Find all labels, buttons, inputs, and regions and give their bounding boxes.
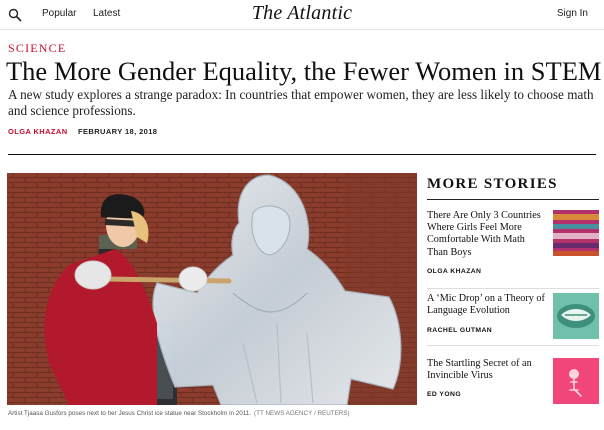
caption-text: Artist Tjaasa Gusfors poses next to her … <box>8 410 252 417</box>
site-logo-container: The Atlantic <box>0 2 604 25</box>
author-link[interactable]: Olga Khazan <box>8 127 68 136</box>
article-dek: A new study explores a strange paradox: … <box>8 87 594 118</box>
sign-in-link[interactable]: Sign In <box>557 8 588 19</box>
story-card-2[interactable]: A ‘Mic Drop’ on a Theory of Language Evo… <box>427 293 599 346</box>
story-divider <box>427 345 599 346</box>
story-author[interactable]: Ed Yong <box>427 391 461 398</box>
story-card-1[interactable]: There Are Only 3 Countries Where Girls F… <box>427 210 599 289</box>
article-headline: The More Gender Equality, the Fewer Wome… <box>6 56 602 86</box>
site-logo[interactable]: The Atlantic <box>252 2 352 24</box>
caption-credit: (TT NEWS AGENCY / REUTERS) <box>254 410 350 417</box>
story-title[interactable]: The Startling Secret of an Invincible Vi… <box>427 358 547 382</box>
story-card-3[interactable]: The Startling Secret of an Invincible Vi… <box>427 358 599 404</box>
top-navigation: Popular Latest The Atlantic Sign In <box>0 0 604 30</box>
story-title[interactable]: There Are Only 3 Countries Where Girls F… <box>427 210 547 259</box>
story-author[interactable]: Rachel Gutman <box>427 327 492 334</box>
story-thumbnail-virus[interactable] <box>553 358 599 404</box>
story-author[interactable]: Olga Khazan <box>427 268 481 275</box>
more-stories-heading: More Stories <box>427 176 558 192</box>
story-divider <box>427 288 599 289</box>
publish-date: February 18, 2018 <box>78 127 158 136</box>
section-label[interactable]: Science <box>8 41 66 56</box>
header-divider <box>8 154 596 155</box>
story-title[interactable]: A ‘Mic Drop’ on a Theory of Language Evo… <box>427 293 547 317</box>
byline: Olga Khazan February 18, 2018 <box>8 127 157 136</box>
story-thumbnail-mouth[interactable] <box>553 293 599 339</box>
more-stories-rule <box>427 199 599 200</box>
image-caption: Artist Tjaasa Gusfors poses next to her … <box>8 410 350 417</box>
hero-image <box>7 173 417 405</box>
story-thumbnail-knitting[interactable] <box>553 210 599 256</box>
